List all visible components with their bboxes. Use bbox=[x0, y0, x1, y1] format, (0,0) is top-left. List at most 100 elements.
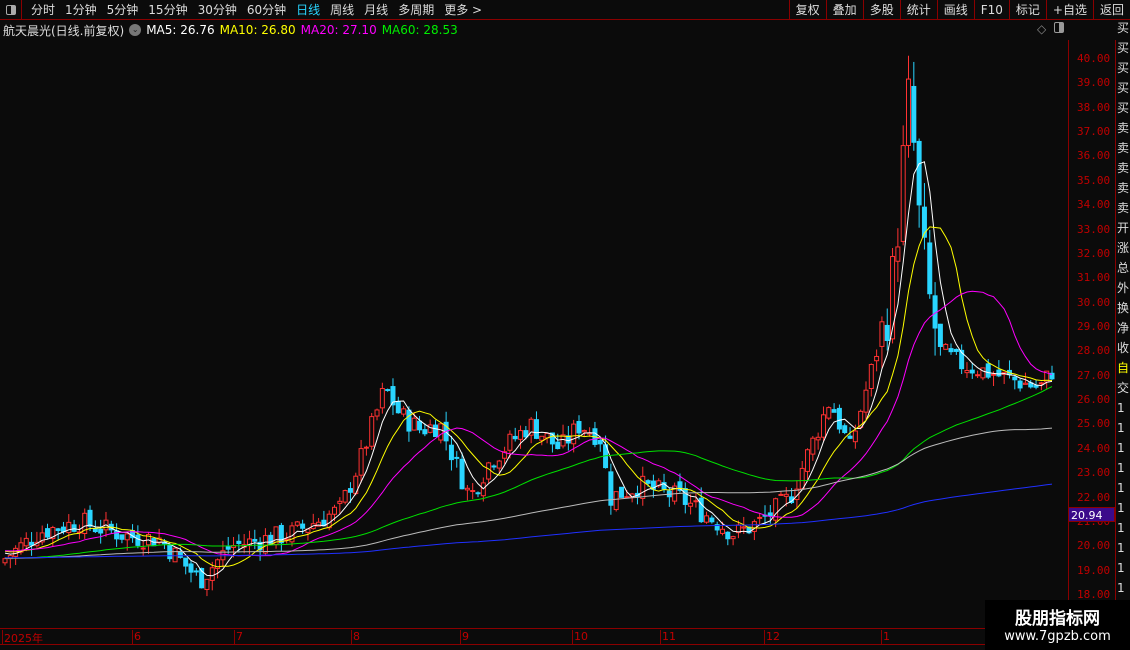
candle-up bbox=[358, 448, 364, 476]
candle-down bbox=[847, 435, 853, 439]
toolbar-button[interactable]: 多股 bbox=[862, 0, 900, 20]
candle-down bbox=[135, 534, 141, 546]
candle-down bbox=[1033, 385, 1039, 388]
candle-down bbox=[432, 424, 438, 438]
candle-down bbox=[953, 348, 959, 352]
candle-up bbox=[1038, 382, 1044, 385]
y-tick-label: 33.00 bbox=[1077, 222, 1111, 236]
candle-up bbox=[337, 500, 343, 504]
panel-toggle-button[interactable] bbox=[0, 0, 22, 20]
price-axis: 40.00 39.00 38.00 37.00 36.00 35.00 34.00 33.00… bbox=[1068, 40, 1116, 628]
candle-up bbox=[778, 493, 784, 496]
candle-down bbox=[645, 480, 651, 484]
candle-down bbox=[512, 435, 518, 440]
candle-down bbox=[385, 389, 391, 392]
candle-up bbox=[13, 547, 19, 557]
candle-down bbox=[916, 140, 922, 206]
candle-down bbox=[459, 458, 465, 490]
candle-down bbox=[29, 541, 35, 546]
period-tab[interactable]: 日线 bbox=[291, 1, 325, 18]
side-char: 交 bbox=[1117, 381, 1130, 395]
side-char: 收 bbox=[1117, 341, 1130, 355]
toolbar-button[interactable]: 标记 bbox=[1008, 0, 1046, 20]
candle-up bbox=[810, 437, 816, 455]
x-tick-label: 6 bbox=[132, 630, 141, 645]
candle-down bbox=[985, 363, 991, 378]
x-tick-label: 10 bbox=[572, 630, 588, 645]
period-tab[interactable]: 1分钟 bbox=[60, 1, 102, 18]
panel-icon[interactable] bbox=[1054, 22, 1065, 33]
candle-down bbox=[300, 523, 306, 529]
candle-up bbox=[464, 487, 470, 491]
candle-up bbox=[23, 537, 29, 547]
side-char: 卖 bbox=[1117, 181, 1130, 195]
period-tab[interactable]: 周线 bbox=[325, 1, 359, 18]
candle-down bbox=[188, 563, 194, 573]
y-tick-label: 25.00 bbox=[1077, 417, 1111, 431]
candle-down bbox=[236, 540, 242, 544]
period-tab[interactable]: 分时 bbox=[26, 1, 60, 18]
candle-up bbox=[401, 408, 407, 415]
side-char: 开 bbox=[1117, 221, 1130, 235]
candle-up bbox=[374, 409, 380, 417]
candle-down bbox=[71, 524, 77, 532]
y-tick-label: 40.00 bbox=[1077, 52, 1111, 65]
ma5-value: MA5: 26.76 bbox=[146, 23, 215, 37]
ma120-line bbox=[5, 427, 1053, 559]
candle-up bbox=[172, 547, 178, 563]
candle-up bbox=[741, 526, 747, 529]
side-char: 外 bbox=[1117, 281, 1130, 295]
y-tick-label: 20.00 bbox=[1077, 539, 1111, 553]
y-tick-label: 27.00 bbox=[1077, 368, 1111, 382]
side-char: 1 bbox=[1117, 401, 1125, 415]
candle-down bbox=[406, 409, 412, 432]
toolbar-button[interactable]: 画线 bbox=[936, 0, 974, 20]
x-tick-label: 12 bbox=[764, 630, 780, 645]
side-char: 买 bbox=[1117, 61, 1130, 75]
period-tab[interactable]: 30分钟 bbox=[193, 1, 242, 18]
toolbar-button[interactable]: 返回 bbox=[1092, 0, 1130, 20]
candle-up bbox=[507, 433, 513, 451]
chevron-down-icon[interactable]: ⌄ bbox=[129, 24, 142, 36]
y-tick-label: 28.00 bbox=[1077, 344, 1111, 358]
candle-up bbox=[571, 423, 577, 445]
toolbar-button[interactable]: 复权 bbox=[788, 0, 826, 20]
toolbar-button[interactable]: 叠加 bbox=[825, 0, 863, 20]
candle-up bbox=[124, 533, 130, 541]
candle-down bbox=[682, 488, 688, 505]
toolbar-button[interactable]: 统计 bbox=[899, 0, 937, 20]
candle-down bbox=[475, 492, 481, 495]
period-tab[interactable]: 15分钟 bbox=[143, 1, 192, 18]
diamond-icon[interactable]: ◇ bbox=[1037, 22, 1046, 36]
candle-down bbox=[597, 439, 603, 445]
candle-down bbox=[454, 456, 460, 459]
ma20-value: MA20: 27.10 bbox=[300, 23, 377, 37]
candle-up bbox=[730, 536, 736, 540]
x-tick-label: 2025年 bbox=[2, 630, 43, 645]
side-char: 自 bbox=[1117, 361, 1130, 375]
candle-up bbox=[906, 78, 912, 146]
candle-up bbox=[900, 145, 906, 242]
toolbar-button[interactable]: +自选 bbox=[1045, 0, 1093, 20]
period-tab[interactable]: 更多 > bbox=[439, 1, 487, 18]
period-tab[interactable]: 5分钟 bbox=[102, 1, 144, 18]
period-tab[interactable]: 月线 bbox=[359, 1, 393, 18]
side-char: 买 bbox=[1117, 41, 1130, 55]
watermark: 股朋指标网 www.7gpzb.com bbox=[985, 600, 1130, 650]
side-char: 净 bbox=[1117, 321, 1130, 335]
candle-up bbox=[964, 369, 970, 374]
period-tab[interactable]: 60分钟 bbox=[242, 1, 291, 18]
candle-up bbox=[363, 446, 369, 449]
candle-down bbox=[45, 528, 51, 538]
side-char: 1 bbox=[1117, 521, 1125, 535]
candlestick-chart[interactable] bbox=[0, 40, 1068, 628]
y-tick-label: 29.00 bbox=[1077, 320, 1111, 333]
side-char: 1 bbox=[1117, 561, 1125, 575]
candle-up bbox=[66, 521, 72, 534]
side-char: 卖 bbox=[1117, 161, 1130, 175]
candle-down bbox=[937, 323, 943, 347]
x-tick-label: 9 bbox=[460, 630, 469, 645]
candle-down bbox=[268, 534, 274, 546]
period-tab[interactable]: 多周期 bbox=[393, 1, 439, 18]
toolbar-button[interactable]: F10 bbox=[973, 0, 1009, 20]
